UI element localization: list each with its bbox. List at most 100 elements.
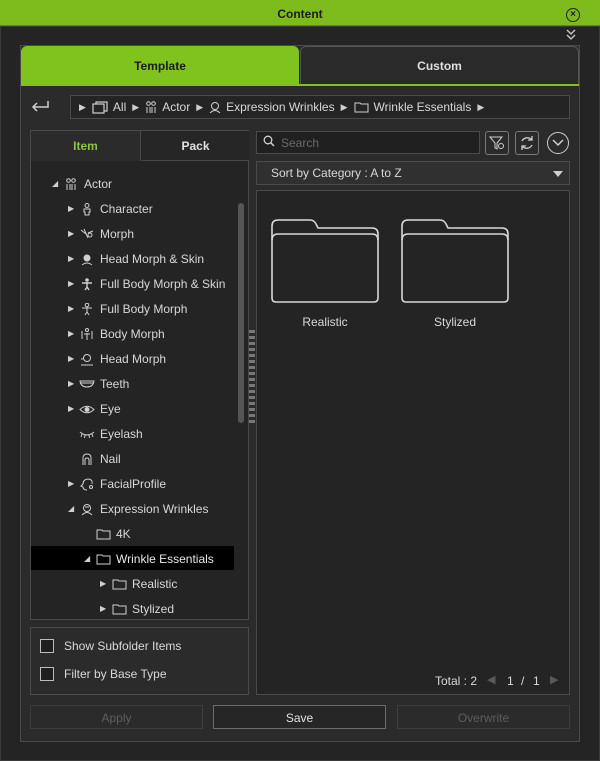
filter-base-type-label: Filter by Base Type <box>64 667 167 681</box>
tree-item-facial-profile[interactable]: ▶ FacialProfile <box>68 474 166 494</box>
save-button[interactable]: Save <box>213 705 386 729</box>
tree-item-head-morph[interactable]: ▶ Head Morph <box>68 349 166 369</box>
tree-item-stylized[interactable]: ▶ Stylized <box>100 599 174 619</box>
folder-icon <box>271 219 379 303</box>
folder-icon <box>94 553 112 565</box>
title-bar: Content × <box>0 0 600 26</box>
tree-item-eyelash[interactable]: Eyelash <box>68 424 143 444</box>
tab-template[interactable]: Template <box>21 46 299 84</box>
tab-underline <box>21 84 579 86</box>
tree-item-character[interactable]: ▶ Character <box>68 199 153 219</box>
expression-wrinkles-icon <box>78 503 96 516</box>
tree-item-head-morph-skin[interactable]: ▶ Head Morph & Skin <box>68 249 204 269</box>
refresh-icon <box>521 136 533 150</box>
filter-button[interactable] <box>485 131 509 155</box>
content-item-label: Stylized <box>433 315 477 329</box>
expand-arrow-icon[interactable]: ▶ <box>68 349 78 369</box>
collapse-arrow-icon[interactable]: ◢ <box>84 549 94 569</box>
tree-item-wrinkle-essentials[interactable]: ◢ Wrinkle Essentials <box>84 549 214 569</box>
tree-item-realistic[interactable]: ▶ Realistic <box>100 574 177 594</box>
options-panel <box>30 627 249 695</box>
collapse-icon[interactable] <box>566 29 576 44</box>
folder-icon <box>94 528 112 540</box>
overwrite-button[interactable]: Overwrite <box>397 705 570 729</box>
breadcrumb-arrow-icon[interactable]: ▶ <box>132 102 139 113</box>
morph-icon <box>78 228 96 240</box>
library-icon <box>92 100 108 114</box>
prev-page-icon[interactable]: ◀ <box>487 673 495 686</box>
close-icon[interactable]: × <box>566 8 580 22</box>
expand-arrow-icon[interactable]: ▶ <box>68 199 78 219</box>
actor-icon <box>62 177 80 191</box>
full-body-morph-icon <box>78 302 96 316</box>
actor-icon <box>146 100 156 113</box>
sort-dropdown[interactable]: Sort by Category : A to Z <box>256 161 570 185</box>
back-icon[interactable] <box>30 98 50 116</box>
expand-arrow-icon[interactable]: ▶ <box>68 299 78 319</box>
full-body-morph-skin-icon <box>78 277 96 291</box>
expand-arrow-icon[interactable]: ▶ <box>68 399 78 419</box>
eyelash-icon <box>78 429 96 439</box>
tree-item-eye[interactable]: ▶ Eye <box>68 399 121 419</box>
refresh-button[interactable] <box>515 131 539 155</box>
expand-arrow-icon[interactable]: ▶ <box>68 249 78 269</box>
body-morph-icon <box>78 327 96 341</box>
subtab-item[interactable]: Item <box>31 131 141 161</box>
menu-dropdown-button[interactable] <box>547 132 569 154</box>
show-subfolder-checkbox[interactable] <box>40 639 54 653</box>
tree-item-full-body-morph-skin[interactable]: ▶ Full Body Morph & Skin <box>68 274 225 294</box>
subtab-pack[interactable]: Pack <box>142 131 249 161</box>
breadcrumb-arrow-icon[interactable]: ▶ <box>196 102 203 113</box>
window-title: Content <box>277 7 323 21</box>
expand-arrow-icon[interactable]: ▶ <box>100 574 110 594</box>
folder-icon <box>110 578 128 590</box>
breadcrumb-item-actor[interactable]: Actor <box>145 100 190 114</box>
page-separator: / <box>521 674 525 688</box>
tree-item-nail[interactable]: Nail <box>68 449 121 469</box>
folder-icon <box>110 603 128 615</box>
current-page: 1 <box>507 674 514 688</box>
tree-item-expression-wrinkles[interactable]: ◢ Expression Wrinkles <box>68 499 208 519</box>
tree-scrollbar[interactable] <box>238 203 244 423</box>
panel-splitter[interactable] <box>249 330 255 425</box>
folder-icon <box>354 102 369 113</box>
breadcrumb-item-all[interactable]: All <box>92 100 126 114</box>
search-input[interactable] <box>279 134 463 151</box>
filter-base-type-checkbox[interactable] <box>40 667 54 681</box>
tree-item-actor[interactable]: ◢ Actor <box>52 174 112 194</box>
tree-item-morph[interactable]: ▶ Morph <box>68 224 134 244</box>
eye-icon <box>78 404 96 415</box>
expand-arrow-icon[interactable]: ▶ <box>68 474 78 494</box>
next-page-icon[interactable]: ▶ <box>550 673 558 686</box>
collapse-arrow-icon[interactable]: ◢ <box>52 174 62 194</box>
show-subfolder-label: Show Subfolder Items <box>64 639 182 653</box>
expand-arrow-icon[interactable]: ▶ <box>68 324 78 344</box>
facial-profile-icon <box>78 478 96 491</box>
content-item-label: Realistic <box>302 315 348 329</box>
teeth-icon <box>78 379 96 389</box>
total-pages: 1 <box>533 674 540 688</box>
breadcrumb-item-wrinkle-essentials[interactable]: Wrinkle Essentials <box>354 100 471 114</box>
tree-item-body-morph[interactable]: ▶ Body Morph <box>68 324 165 344</box>
folder-icon <box>401 219 509 303</box>
breadcrumb-arrow-icon[interactable]: ▶ <box>79 102 86 113</box>
breadcrumb-item-expression-wrinkles[interactable]: Expression Wrinkles <box>209 100 335 114</box>
expand-arrow-icon[interactable]: ▶ <box>68 374 78 394</box>
breadcrumb: ▶ All ▶ Actor ▶ Expression Wrinkles ▶ Wr… <box>70 95 570 119</box>
expand-arrow-icon[interactable]: ▶ <box>100 599 110 619</box>
search-box <box>256 131 480 154</box>
expand-arrow-icon[interactable]: ▶ <box>68 224 78 244</box>
content-item-stylized[interactable]: Stylized <box>400 218 510 329</box>
breadcrumb-arrow-icon[interactable]: ▶ <box>341 102 348 113</box>
head-morph-skin-icon <box>78 253 96 266</box>
tree-item-teeth[interactable]: ▶ Teeth <box>68 374 129 394</box>
tree-item-full-body-morph[interactable]: ▶ Full Body Morph <box>68 299 187 319</box>
expand-arrow-icon[interactable]: ▶ <box>68 274 78 294</box>
apply-button[interactable]: Apply <box>30 705 203 729</box>
breadcrumb-arrow-icon[interactable]: ▶ <box>477 102 484 113</box>
content-item-realistic[interactable]: Realistic <box>270 218 380 329</box>
head-morph-icon <box>78 353 96 366</box>
collapse-arrow-icon[interactable]: ◢ <box>68 499 78 519</box>
tab-custom[interactable]: Custom <box>300 46 579 84</box>
tree-item-4k[interactable]: 4K <box>84 524 131 544</box>
